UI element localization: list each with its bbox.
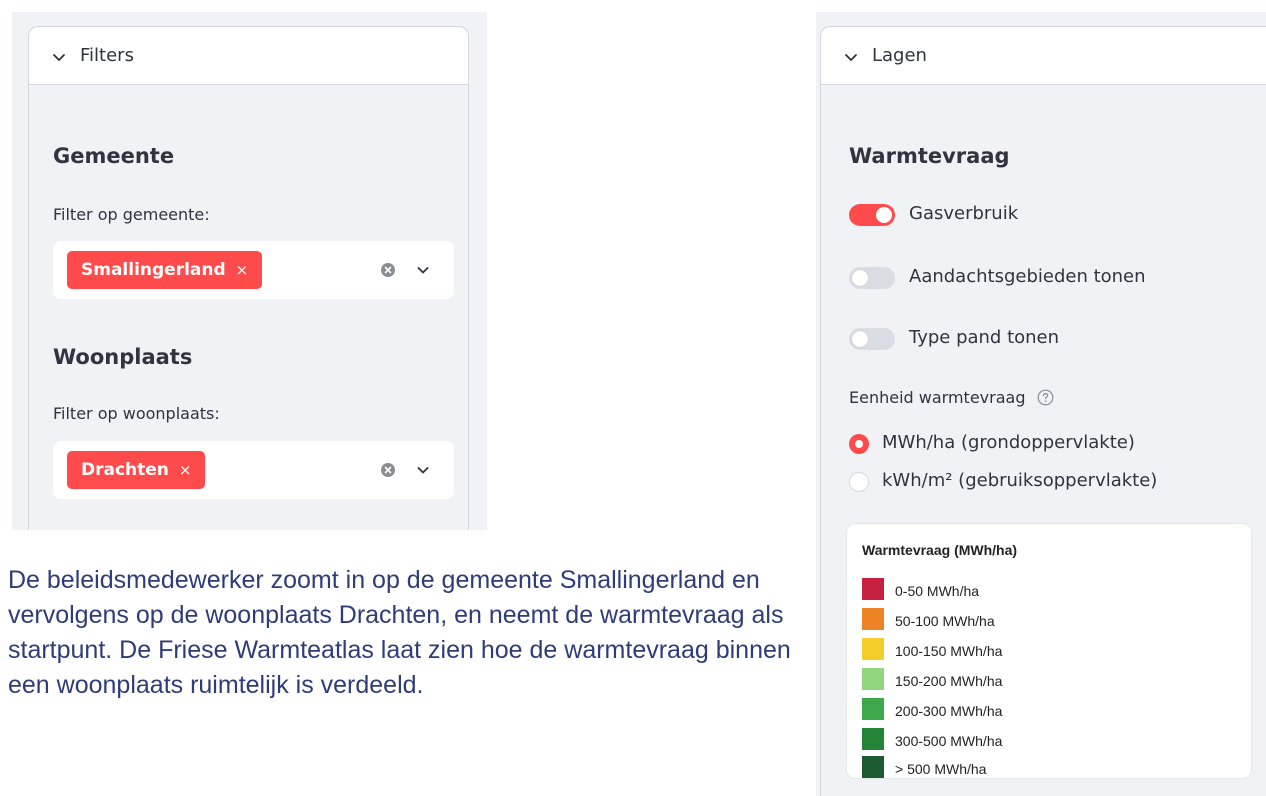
- layers-sidebar: Lagen Warmtevraag Gasverbruik Aandachtsg…: [816, 12, 1266, 796]
- legend-swatch: [862, 608, 884, 630]
- woonplaats-filter-label: Filter op woonplaats:: [53, 404, 220, 423]
- gemeente-tag-label: Smallingerland: [81, 260, 226, 280]
- legend-label: > 500 MWh/ha: [895, 761, 987, 777]
- toggle-label: Gasverbruik: [909, 203, 1019, 224]
- toggle-label: Type pand tonen: [909, 327, 1060, 348]
- legend-label: 200-300 MWh/ha: [895, 703, 1003, 719]
- filters-expander: Filters Gemeente Filter op gemeente: Sma…: [28, 26, 469, 530]
- toggle-knob: [852, 331, 868, 347]
- gemeente-filter-label: Filter op gemeente:: [53, 205, 210, 224]
- radio-label: MWh/ha (grondoppervlakte): [882, 432, 1135, 453]
- warmtevraag-heading: Warmtevraag: [849, 144, 1010, 168]
- clear-circle-icon[interactable]: [380, 262, 396, 278]
- clear-circle-icon[interactable]: [380, 462, 396, 478]
- legend-swatch: [862, 668, 884, 690]
- legend-label: 150-200 MWh/ha: [895, 673, 1003, 689]
- filters-expander-header[interactable]: Filters: [29, 27, 468, 85]
- gemeente-selected-tag[interactable]: Smallingerland ×: [67, 251, 263, 289]
- tag-remove-icon[interactable]: ×: [236, 261, 249, 279]
- layers-expander-header[interactable]: Lagen: [821, 27, 1266, 85]
- chevron-down-icon: [53, 54, 65, 61]
- legend-label: 300-500 MWh/ha: [895, 733, 1003, 749]
- layers-expander: Lagen Warmtevraag Gasverbruik Aandachtsg…: [820, 26, 1266, 796]
- layers-expander-title: Lagen: [872, 45, 927, 66]
- legend-swatch: [862, 728, 884, 750]
- toggle-label: Aandachtsgebieden tonen: [909, 266, 1146, 287]
- unit-label-text: Eenheid warmtevraag: [849, 388, 1026, 407]
- legend-swatch: [862, 756, 884, 778]
- woonplaats-tag-label: Drachten: [81, 460, 169, 480]
- gemeente-multiselect[interactable]: Smallingerland ×: [53, 241, 454, 299]
- legend-label: 100-150 MWh/ha: [895, 643, 1003, 659]
- description-paragraph: De beleidsmedewerker zoomt in op de geme…: [8, 566, 791, 699]
- unit-label: Eenheid warmtevraag: [849, 388, 1054, 407]
- toggle-switch[interactable]: [849, 328, 895, 350]
- tag-remove-icon[interactable]: ×: [179, 461, 192, 479]
- toggle-switch[interactable]: [849, 204, 895, 226]
- chevron-down-icon[interactable]: [416, 263, 430, 277]
- question-circle-icon[interactable]: [1037, 389, 1054, 406]
- warmtevraag-legend: Warmtevraag (MWh/ha) 0-50 MWh/ha 50-100 …: [847, 524, 1251, 778]
- woonplaats-multiselect[interactable]: Drachten ×: [53, 441, 454, 499]
- radio-button[interactable]: [849, 434, 869, 454]
- woonplaats-selected-tag[interactable]: Drachten ×: [67, 451, 206, 489]
- legend-title: Warmtevraag (MWh/ha): [862, 542, 1018, 558]
- toggle-knob: [852, 270, 868, 286]
- gemeente-heading: Gemeente: [53, 144, 175, 168]
- radio-button[interactable]: [849, 472, 869, 492]
- chevron-down-icon[interactable]: [416, 463, 430, 477]
- woonplaats-heading: Woonplaats: [53, 345, 193, 369]
- chevron-down-icon: [845, 54, 857, 61]
- filters-sidebar: Filters Gemeente Filter op gemeente: Sma…: [12, 12, 487, 530]
- legend-swatch: [862, 698, 884, 720]
- toggle-switch[interactable]: [849, 267, 895, 289]
- toggle-knob: [876, 207, 892, 223]
- legend-swatch: [862, 638, 884, 660]
- legend-label: 0-50 MWh/ha: [895, 583, 980, 599]
- legend-label: 50-100 MWh/ha: [895, 613, 995, 629]
- radio-label: kWh/m² (gebruiksoppervlakte): [882, 470, 1158, 491]
- filters-expander-title: Filters: [80, 45, 134, 66]
- legend-swatch: [862, 578, 884, 600]
